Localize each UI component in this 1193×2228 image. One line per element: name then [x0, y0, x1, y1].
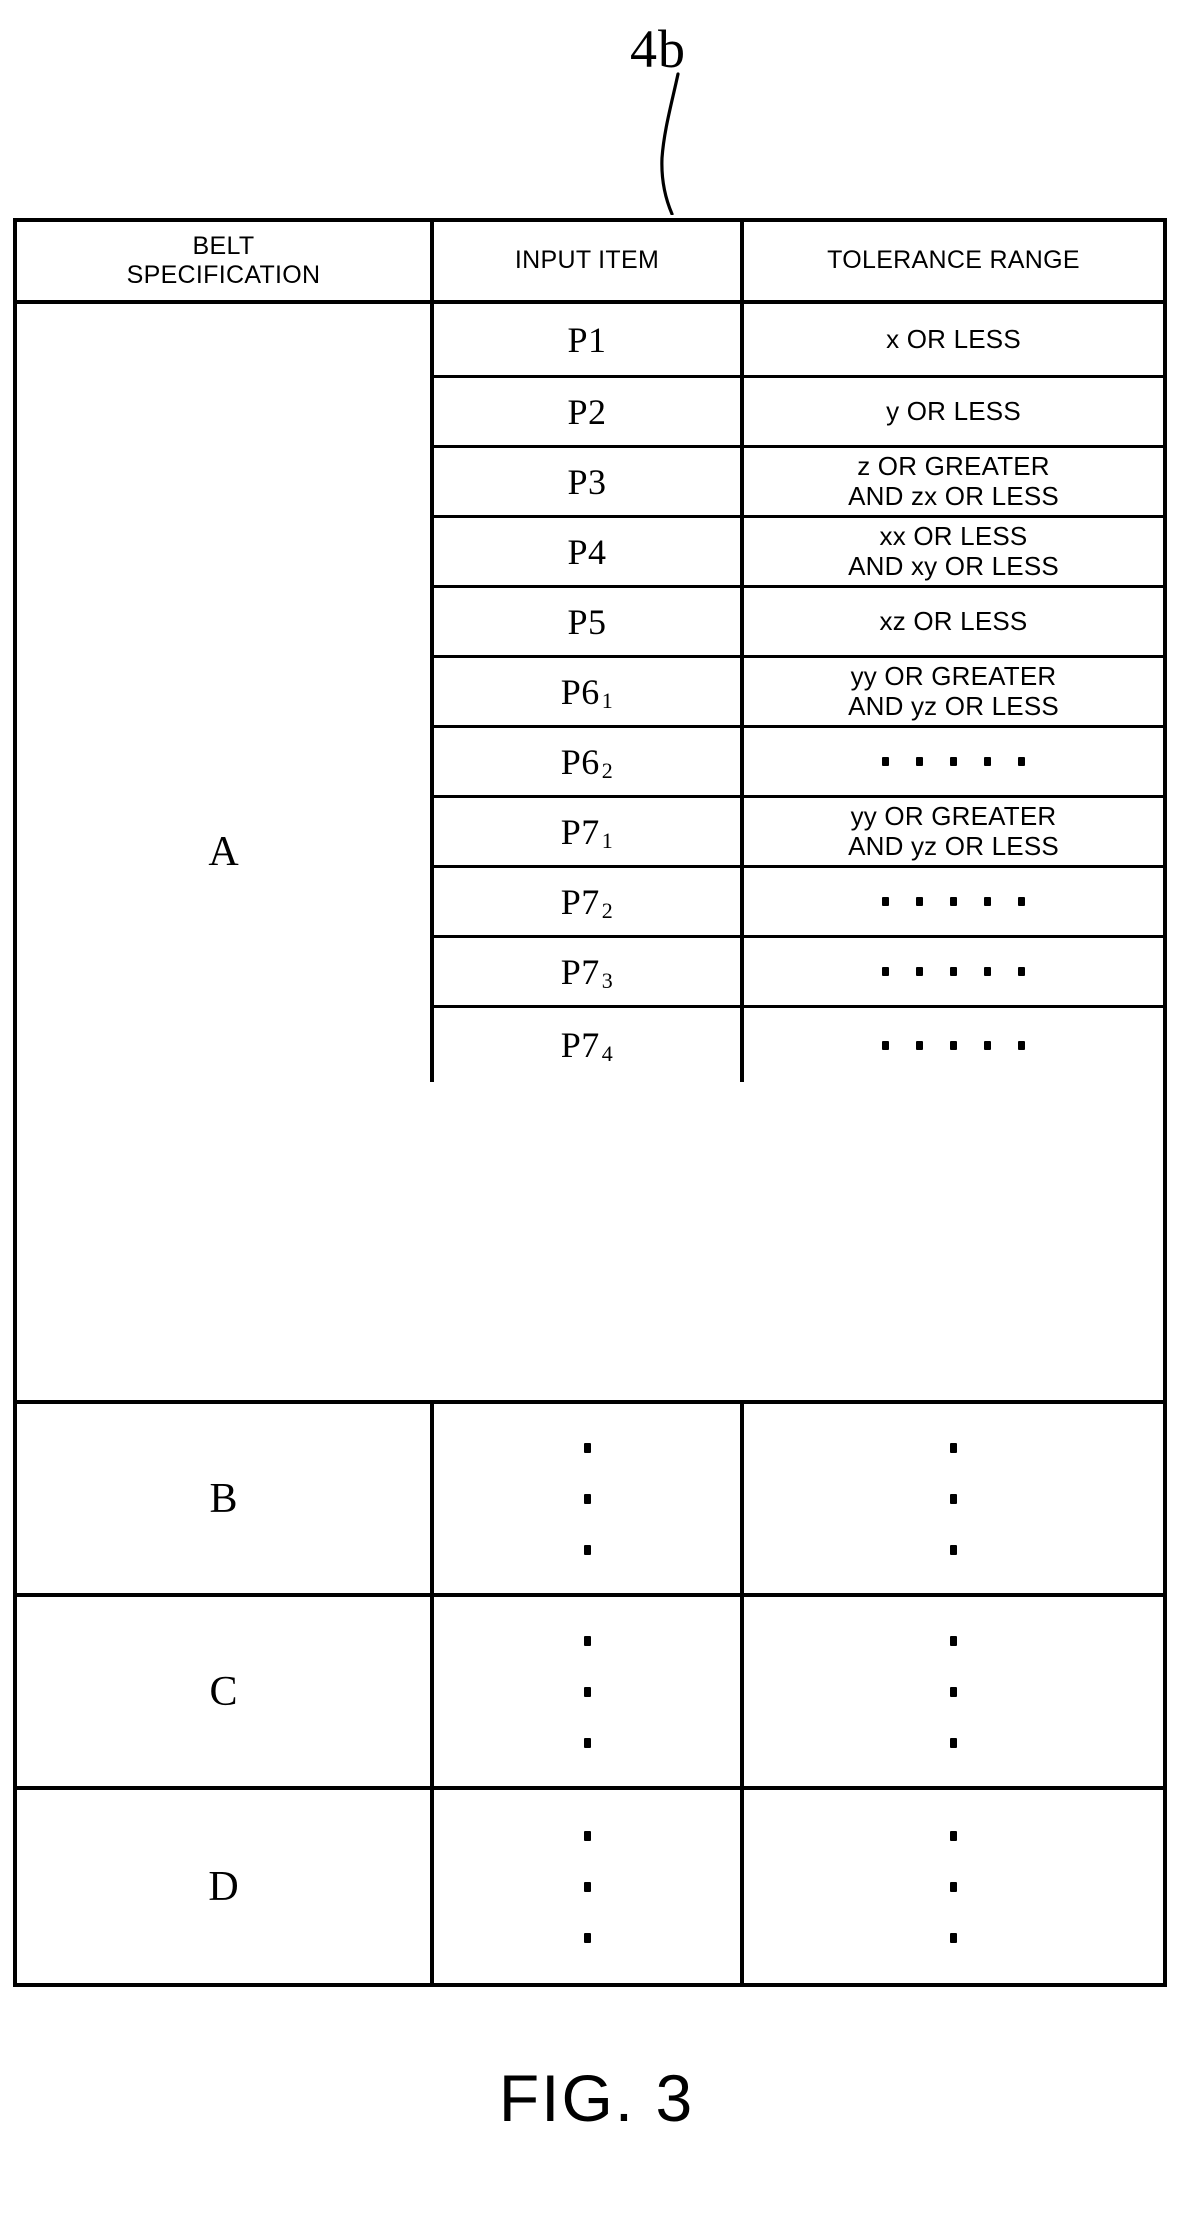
table-header-row: BELT SPECIFICATION INPUT ITEM TOLERANCE … — [17, 222, 1163, 304]
table-row: P2 y OR LESS — [430, 378, 1163, 448]
input-item-cell — [430, 1404, 740, 1593]
table-row: P3 z OR GREATER AND zx OR LESS — [430, 448, 1163, 518]
header-belt-specification: BELT SPECIFICATION — [17, 222, 430, 300]
input-item-label: P3 — [567, 461, 607, 502]
figure-caption: FIG. 3 — [498, 2061, 695, 2135]
input-item-label: P74 — [560, 1025, 614, 1066]
tolerance-label: yy OR GREATER AND yz OR LESS — [848, 661, 1059, 721]
input-item-cell: P4 — [430, 518, 740, 585]
group-a-spec-cell: A — [17, 304, 430, 1400]
input-item-label: P62 — [560, 741, 614, 783]
input-item-cell: P61 — [430, 658, 740, 725]
input-item-label: P61 — [560, 671, 614, 713]
tolerance-cell: yy OR GREATER AND yz OR LESS — [740, 658, 1163, 725]
header-input-item: INPUT ITEM — [430, 222, 740, 300]
input-item-cell: P73 — [430, 938, 740, 1005]
group-row-c: C — [17, 1597, 1163, 1790]
input-item-label: P71 — [560, 811, 614, 853]
input-item-label: P72 — [560, 881, 614, 923]
horizontal-ellipsis-icon — [882, 1040, 1025, 1050]
input-item-cell: P62 — [430, 728, 740, 795]
horizontal-ellipsis-icon — [882, 967, 1025, 976]
group-b-spec-cell: B — [17, 1404, 430, 1593]
header-belt-specification-line1: BELT — [192, 231, 255, 260]
table-row: P4 xx OR LESS AND xy OR LESS — [430, 518, 1163, 588]
tolerance-cell — [740, 938, 1163, 1005]
table-row: P74 — [430, 1008, 1163, 1082]
table-row: P5 xz OR LESS — [430, 588, 1163, 658]
input-item-cell: P72 — [430, 868, 740, 935]
horizontal-ellipsis-icon — [882, 897, 1025, 906]
tolerance-label: z OR GREATER AND zx OR LESS — [848, 451, 1059, 511]
group-row-a: A P1 x OR LESS P2 y OR LESS P3 z OR GREA… — [17, 304, 1163, 1404]
tolerance-cell — [740, 1597, 1163, 1786]
vertical-ellipsis-icon — [950, 1442, 957, 1555]
input-item-cell: P3 — [430, 448, 740, 515]
group-d-spec-cell: D — [17, 1790, 430, 1983]
belt-specification-table: BELT SPECIFICATION INPUT ITEM TOLERANCE … — [13, 218, 1167, 1987]
group-a-spec-label: A — [208, 829, 239, 875]
tolerance-cell: yy OR GREATER AND yz OR LESS — [740, 798, 1163, 865]
group-a-rows: P1 x OR LESS P2 y OR LESS P3 z OR GREATE… — [430, 304, 1163, 1400]
group-row-b: B — [17, 1404, 1163, 1597]
tolerance-cell: y OR LESS — [740, 378, 1163, 445]
table-row: P73 — [430, 938, 1163, 1008]
leader-line-icon — [660, 72, 680, 215]
tolerance-cell — [740, 1790, 1163, 1983]
input-item-cell: P74 — [430, 1008, 740, 1082]
tolerance-cell — [740, 1008, 1163, 1082]
vertical-ellipsis-icon — [950, 1635, 957, 1748]
tolerance-label: xx OR LESS AND xy OR LESS — [848, 521, 1059, 581]
vertical-ellipsis-icon — [950, 1830, 957, 1943]
input-item-label: P73 — [560, 951, 614, 993]
table-row: P61 yy OR GREATER AND yz OR LESS — [430, 658, 1163, 728]
group-c-spec-cell: C — [17, 1597, 430, 1786]
tolerance-cell — [740, 868, 1163, 935]
table-row: P62 — [430, 728, 1163, 798]
tolerance-label: yy OR GREATER AND yz OR LESS — [848, 801, 1059, 861]
group-d-spec-label: D — [208, 1863, 239, 1910]
horizontal-ellipsis-icon — [882, 757, 1025, 766]
tolerance-label: x OR LESS — [886, 323, 1021, 354]
vertical-ellipsis-icon — [583, 1635, 591, 1748]
input-item-label: P5 — [567, 601, 607, 642]
group-b-spec-label: B — [209, 1475, 238, 1522]
input-item-cell — [430, 1597, 740, 1786]
input-item-cell: P71 — [430, 798, 740, 865]
input-item-cell — [430, 1790, 740, 1983]
tolerance-cell: xz OR LESS — [740, 588, 1163, 655]
header-tolerance-range: TOLERANCE RANGE — [740, 222, 1163, 300]
header-belt-specification-line2: SPECIFICATION — [126, 261, 321, 289]
group-row-d: D — [17, 1790, 1163, 1983]
vertical-ellipsis-icon — [583, 1442, 591, 1555]
tolerance-cell: z OR GREATER AND zx OR LESS — [740, 448, 1163, 515]
input-item-label: P4 — [567, 531, 607, 572]
table-row: P72 — [430, 868, 1163, 938]
reference-numeral-callout: 4b — [0, 10, 1193, 215]
reference-numeral-label: 4b — [630, 19, 686, 79]
tolerance-cell — [740, 728, 1163, 795]
vertical-ellipsis-icon — [583, 1830, 591, 1943]
group-c-spec-label: C — [209, 1668, 238, 1715]
tolerance-label: y OR LESS — [886, 395, 1021, 426]
input-item-cell: P1 — [430, 304, 740, 375]
table-row: P71 yy OR GREATER AND yz OR LESS — [430, 798, 1163, 868]
table-row: P1 x OR LESS — [430, 304, 1163, 378]
input-item-label: P1 — [567, 319, 607, 360]
input-item-cell: P5 — [430, 588, 740, 655]
tolerance-cell: xx OR LESS AND xy OR LESS — [740, 518, 1163, 585]
input-item-label: P2 — [567, 391, 607, 432]
input-item-cell: P2 — [430, 378, 740, 445]
tolerance-cell: x OR LESS — [740, 304, 1163, 375]
tolerance-label: xz OR LESS — [879, 605, 1028, 636]
tolerance-cell — [740, 1404, 1163, 1593]
